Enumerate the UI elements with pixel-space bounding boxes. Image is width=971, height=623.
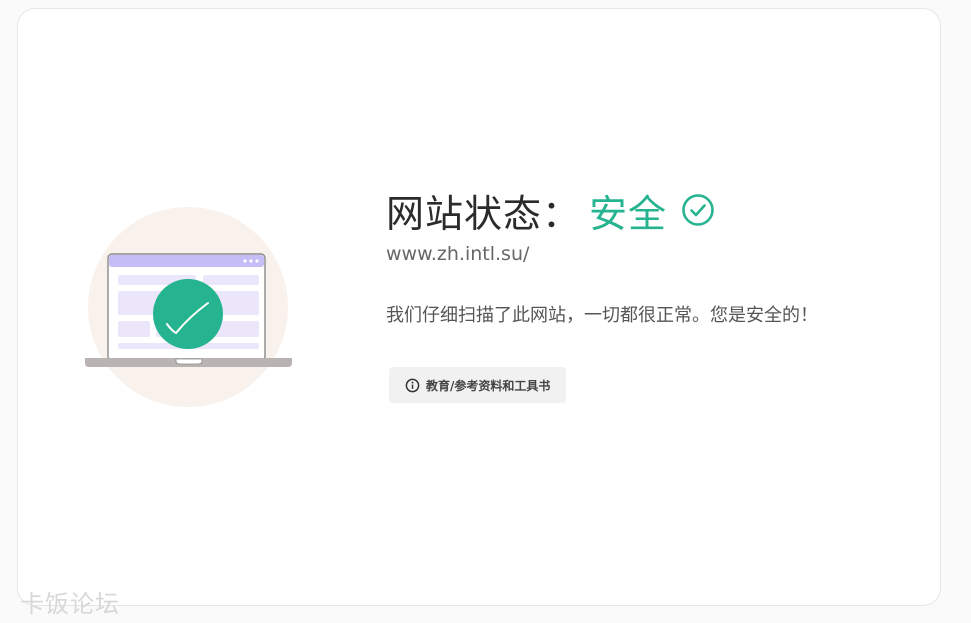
result-card: 网站状态： 安全 www.zh.intl.su/ 我们仔细扫描了此网站，一切都很… (17, 8, 941, 606)
screen-content-block (118, 321, 150, 337)
laptop-screen-header (109, 255, 264, 267)
laptop-notch (175, 358, 203, 365)
forum-watermark: 卡饭论坛 (20, 590, 120, 618)
scan-description: 我们仔细扫描了此网站，一切都很正常。您是安全的！ (386, 305, 818, 326)
status-label: 网站状态： (386, 191, 582, 236)
window-dot-icon (255, 259, 259, 263)
window-dot-icon (243, 259, 247, 263)
status-info: 网站状态： 安全 www.zh.intl.su/ 我们仔细扫描了此网站，一切都很… (386, 185, 856, 403)
window-dot-icon (249, 259, 253, 263)
check-circle-icon (682, 194, 714, 226)
category-label: 教育/参考资料和工具书 (426, 378, 551, 393)
category-badge: 教育/参考资料和工具书 (389, 367, 567, 403)
status-row: 网站状态： 安全 (386, 185, 856, 236)
check-badge-circle (153, 279, 223, 349)
info-icon (405, 378, 420, 392)
screen-content-block (203, 275, 259, 285)
site-url: www.zh.intl.su/ (386, 243, 530, 265)
status-value: 安全 (589, 191, 668, 236)
safe-laptop-illustration (85, 207, 292, 407)
